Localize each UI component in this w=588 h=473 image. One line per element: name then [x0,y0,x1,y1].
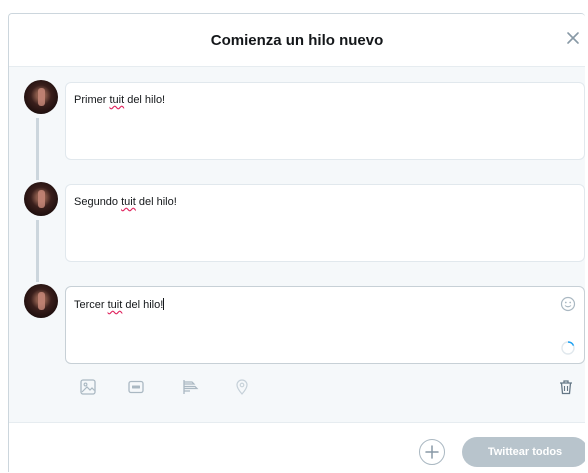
location-icon[interactable] [233,378,251,396]
composer-toolbar [9,362,585,402]
plus-icon [425,445,439,459]
thread-composer-dialog: Comienza un hilo nuevo Primer tuit del h… [8,13,585,472]
image-icon[interactable] [79,378,97,396]
tweet-text: Primer tuit del hilo! [74,94,166,106]
delete-icon[interactable] [557,378,575,396]
tweet-input-3[interactable]: Tercer tuit del hilo! [65,286,585,364]
dialog-footer: Twittear todos [9,422,585,472]
thread-connector-line [36,118,39,180]
tweet-text: Tercer tuit del hilo! [74,298,165,311]
dialog-title: Comienza un hilo nuevo [210,32,384,49]
avatar [24,182,58,216]
thread-connector-line [36,220,39,282]
avatar [24,80,58,114]
add-tweet-button[interactable] [419,439,445,465]
character-count-ring [561,341,575,355]
emoji-icon[interactable] [560,296,576,312]
tweet-input-2[interactable]: Segundo tuit del hilo! [65,184,585,262]
poll-icon[interactable] [181,378,199,396]
text-caret [163,298,165,310]
dialog-header: Comienza un hilo nuevo [9,14,585,67]
tweet-text: Segundo tuit del hilo! [74,196,177,208]
tweet-input-1[interactable]: Primer tuit del hilo! [65,82,585,160]
gif-icon[interactable] [127,378,145,396]
tweet-all-button[interactable]: Twittear todos [462,437,585,467]
avatar [24,284,58,318]
close-icon[interactable] [563,28,583,48]
